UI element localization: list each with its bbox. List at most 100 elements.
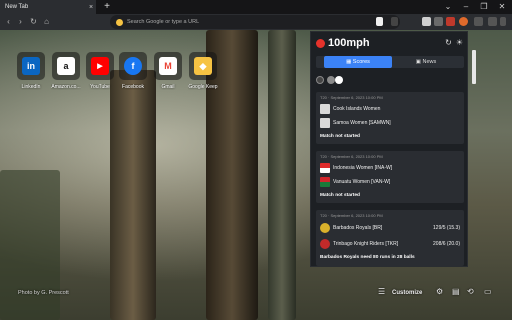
shortcut-tile: a [52, 52, 80, 80]
customize-button[interactable]: Customize [392, 290, 422, 296]
youtube-icon: ▶ [91, 57, 109, 75]
match-meta: T20 · September 6, 2023 10:00 PM [320, 213, 383, 218]
back-icon[interactable]: ‹ [3, 16, 14, 28]
filter-icon[interactable] [327, 76, 335, 84]
chevron-down-icon[interactable]: ⌄ [438, 0, 458, 14]
globe-filter-icon[interactable] [316, 76, 324, 84]
sidebar-icon[interactable] [488, 17, 497, 26]
filter-icon[interactable] [335, 76, 343, 84]
match-card[interactable]: T20 · September 6, 2023 10:00 PM Indones… [316, 151, 464, 203]
100mph-logo-icon [316, 38, 325, 48]
brave-shield-icon[interactable] [376, 17, 383, 26]
popup-brand: 100mph [316, 37, 370, 49]
home-icon[interactable]: ⌂ [41, 16, 52, 28]
shortcut-tile: ▶ [86, 52, 114, 80]
clock-fragment [472, 50, 476, 84]
theme-toggle-icon[interactable]: ☀ [455, 38, 464, 47]
tab-scores-label: Scores [352, 59, 370, 65]
shortcut-facebook[interactable]: f Facebook [118, 52, 148, 90]
shortcut-google-keep[interactable]: ◆ Google Keep [188, 52, 218, 90]
minimize-icon[interactable]: – [456, 0, 476, 14]
puzzle-icon[interactable] [474, 17, 483, 26]
browser-toolbar: ‹ › ↻ ⌂ Search Google or type a URL [0, 14, 512, 30]
extension-icon[interactable] [446, 17, 455, 26]
team-name: Trinbago Knight Riders [TKR] [333, 241, 399, 247]
history-icon[interactable]: ⟲ [467, 287, 474, 296]
settings-icon[interactable]: ⚙ [436, 287, 443, 296]
team-row: Samoa Women [SAMWN] [320, 118, 460, 128]
tab-scores[interactable]: ▦ Scores [324, 56, 392, 68]
google-icon [116, 18, 123, 26]
match-card[interactable]: T20 · September 6, 2023 10:00 PM Barbado… [316, 210, 464, 266]
tree-trunk [268, 30, 296, 320]
new-tab-button[interactable]: + [101, 1, 113, 13]
gmail-icon: M [159, 57, 177, 75]
tab-title: New Tab [5, 4, 29, 10]
menu-icon[interactable] [500, 17, 506, 26]
match-meta: T20 · September 6, 2023 10:00 PM [320, 154, 383, 159]
shortcut-linkedin[interactable]: in LinkedIn [16, 52, 46, 90]
tab-close-icon[interactable]: × [86, 4, 96, 11]
match-card[interactable]: T20 · September 6, 2023 10:00 PM Cook Is… [316, 92, 464, 144]
team-name: Vanuatu Women [VAN-W] [333, 179, 391, 185]
team-name: Indonesia Women [INA-W] [333, 165, 393, 171]
brand-name: 100mph [328, 37, 370, 49]
amazon-icon: a [57, 57, 75, 75]
extension-icon[interactable] [434, 17, 443, 26]
extension-icon[interactable] [422, 17, 431, 26]
flag-icon [320, 223, 330, 233]
match-status: Match not started [320, 193, 360, 198]
shortcut-tile: f [119, 52, 147, 80]
shortcut-tile: M [154, 52, 182, 80]
team-row: Trinbago Knight Riders [TKR] 208/6 (20.0… [320, 239, 460, 249]
team-row: Indonesia Women [INA-W] [320, 163, 460, 173]
team-score: 129/5 (15.3) [433, 225, 460, 231]
title-bar: New Tab × + ⌄ – ❐ ✕ [0, 0, 512, 14]
refresh-icon[interactable]: ↻ [444, 38, 453, 47]
tab-news-label: News [422, 59, 437, 65]
close-window-icon[interactable]: ✕ [492, 0, 512, 14]
omnibox[interactable]: Search Google or type a URL [110, 15, 400, 29]
shortcut-tile: ◆ [189, 52, 217, 80]
maximize-icon[interactable]: ❐ [474, 0, 494, 14]
match-status: Barbados Royals need 80 runs in 28 balls [320, 255, 415, 260]
shortcut-youtube[interactable]: ▶ YouTube [85, 52, 115, 90]
omnibox-placeholder: Search Google or type a URL [127, 19, 200, 25]
100mph-popup: 100mph ↻ ☀ ▦ Scores ▣ News T20 · Septemb… [310, 31, 468, 267]
shortcut-gmail[interactable]: M Gmail [153, 52, 183, 90]
video-icon[interactable]: ▭ [484, 287, 492, 296]
100mph-extension-icon[interactable] [459, 17, 468, 26]
linkedin-icon: in [22, 57, 40, 75]
shortcut-amazon[interactable]: a Amazon.co... [51, 52, 81, 90]
shortcut-label: Google Keep [188, 84, 218, 90]
shortcut-label: Facebook [122, 84, 144, 90]
team-name: Samoa Women [SAMWN] [333, 120, 391, 126]
reload-icon[interactable]: ↻ [28, 16, 39, 28]
team-name: Cook Islands Women [333, 106, 381, 112]
google-keep-icon: ◆ [194, 57, 212, 75]
shortcut-label: Gmail [161, 84, 175, 90]
flag-icon [320, 177, 330, 187]
match-status: Match not started [320, 134, 360, 139]
team-row: Cook Islands Women [320, 104, 460, 114]
team-score: 208/6 (20.0) [433, 241, 460, 247]
flag-icon [320, 163, 330, 173]
flag-icon [320, 104, 330, 114]
facebook-icon: f [124, 57, 142, 75]
team-name: Barbados Royals [BR] [333, 225, 383, 231]
forward-icon[interactable]: › [15, 16, 26, 28]
tab-news[interactable]: ▣ News [392, 56, 460, 68]
browser-tab[interactable]: New Tab × [0, 0, 96, 14]
customize-icon[interactable]: ☰ [378, 287, 385, 296]
popup-tabs: ▦ Scores ▣ News [316, 56, 464, 68]
shortcut-label: Amazon.co... [51, 84, 81, 90]
foliage [0, 170, 60, 320]
rewards-icon[interactable] [391, 17, 398, 26]
bookmarks-icon[interactable]: ▤ [452, 287, 460, 296]
team-row: Barbados Royals [BR] 129/5 (15.3) [320, 223, 460, 233]
shortcut-tile: in [17, 52, 45, 80]
shortcut-label: YouTube [90, 84, 110, 90]
photo-credit[interactable]: Photo by G. Prescott [18, 290, 69, 296]
flag-icon [320, 239, 330, 249]
tree-trunk [110, 70, 156, 320]
